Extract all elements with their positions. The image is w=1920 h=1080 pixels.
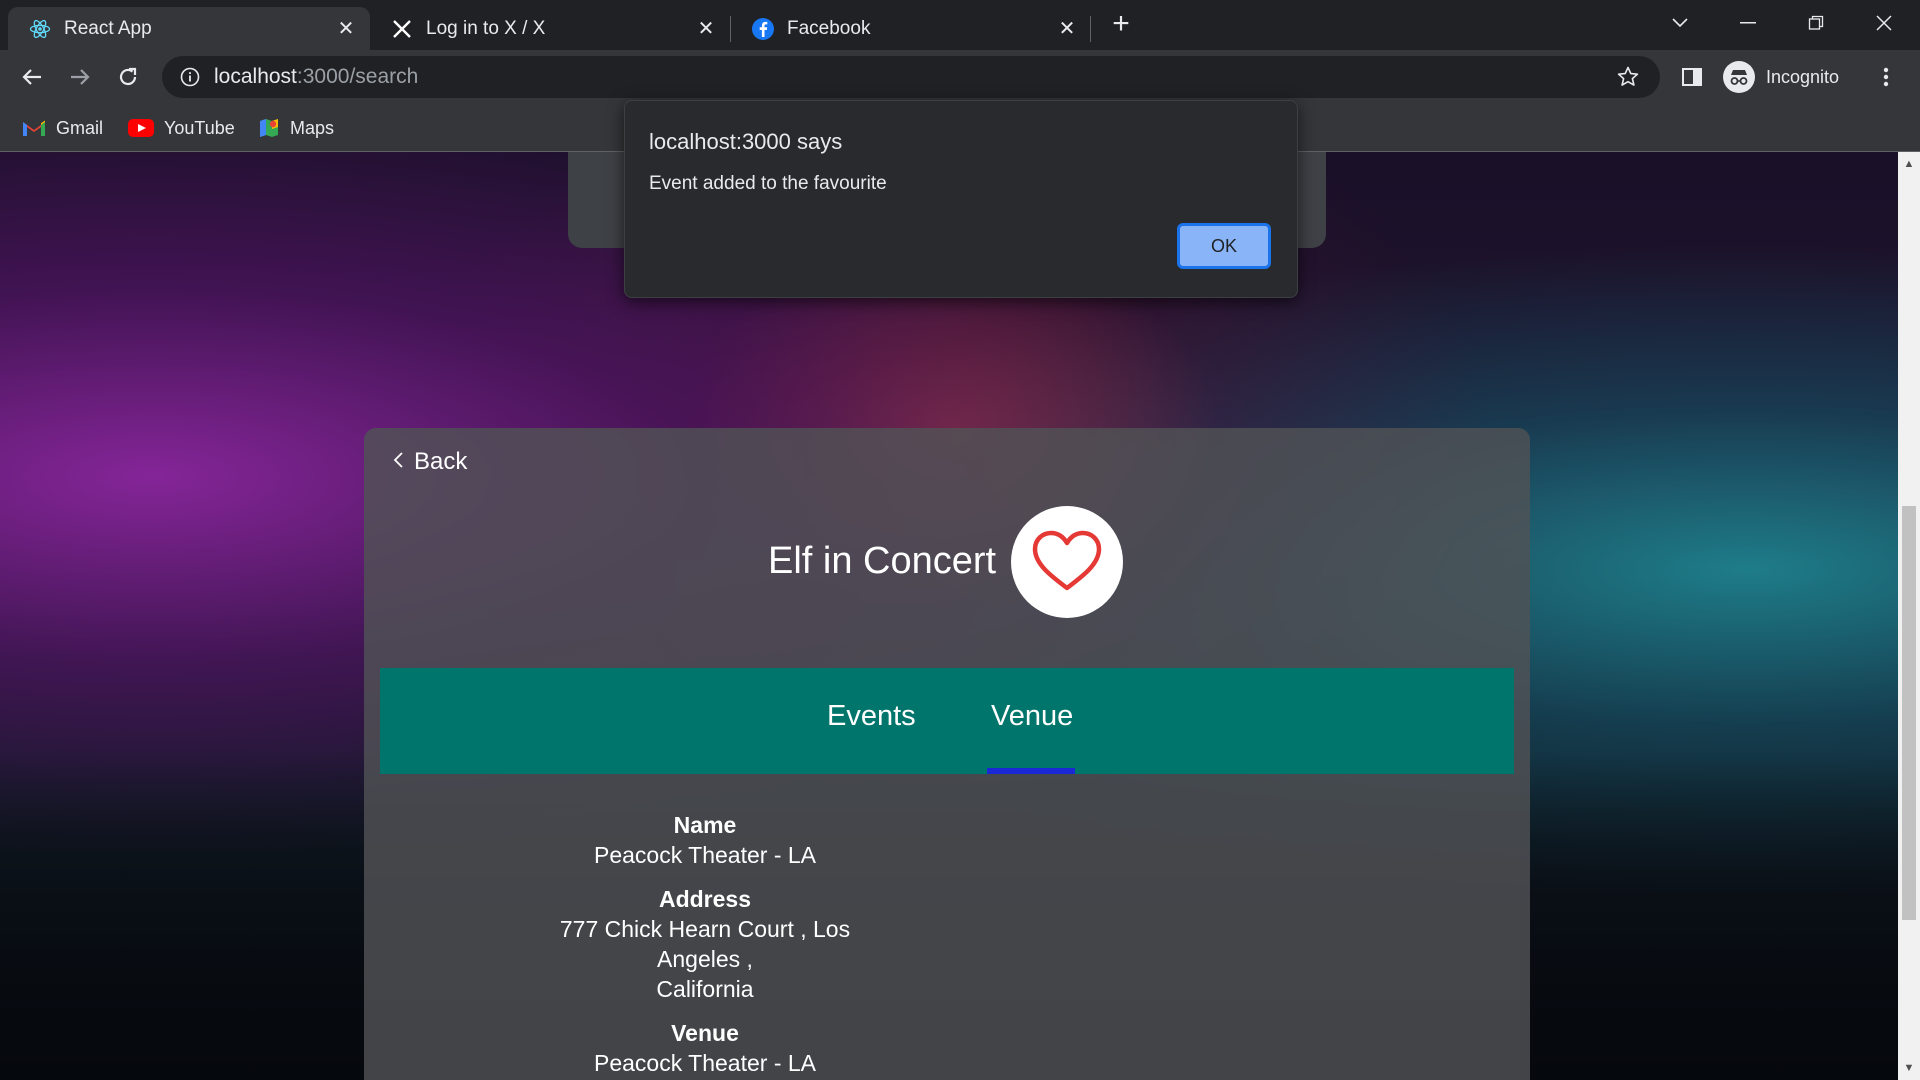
back-arrow-icon[interactable] — [16, 61, 48, 93]
bookmark-label: Gmail — [56, 117, 104, 138]
active-tab-indicator — [987, 768, 1075, 774]
chevron-left-icon — [392, 449, 404, 475]
reload-icon[interactable] — [112, 61, 144, 93]
venue-label: Venue — [671, 1020, 739, 1046]
scroll-up-arrow-icon[interactable]: ▲ — [1898, 154, 1920, 174]
url-host: localhost — [214, 65, 297, 88]
site-info-icon[interactable] — [180, 67, 200, 87]
back-button[interactable]: Back — [392, 448, 467, 476]
bookmark-youtube[interactable]: YouTube — [128, 114, 235, 142]
browser-toolbar: localhost:3000/search Incognito — [0, 50, 1920, 104]
scrollbar-thumb[interactable] — [1902, 506, 1916, 920]
maps-icon — [258, 117, 280, 139]
address-label: Address — [658, 886, 752, 912]
youtube-icon — [128, 119, 154, 137]
x-logo-icon — [390, 17, 414, 41]
browser-tab-strip: React App ✕ Log in to X / X ✕ Facebook ✕… — [0, 0, 1920, 50]
tab-events[interactable]: Events — [827, 700, 916, 733]
tab-search-icon[interactable] — [1660, 8, 1700, 38]
address-line-1: 777 Chick Hearn Court , Los Angeles , — [559, 916, 851, 972]
bookmark-gmail[interactable]: Gmail — [22, 114, 103, 142]
react-icon — [28, 17, 52, 41]
new-tab-button[interactable]: + — [1108, 9, 1134, 39]
bookmark-label: YouTube — [164, 117, 235, 138]
close-tab-icon[interactable]: ✕ — [694, 17, 718, 41]
url-path: :3000/search — [296, 65, 419, 88]
minimize-icon[interactable] — [1728, 8, 1768, 38]
alert-dialog: localhost:3000 says Event added to the f… — [624, 100, 1298, 298]
address-line-2: California — [656, 976, 754, 1002]
address-bar[interactable]: localhost:3000/search — [162, 56, 1660, 98]
venue-value: Peacock Theater - LA — [593, 1050, 817, 1076]
bookmark-label: Maps — [290, 117, 335, 138]
more-menu-icon[interactable] — [1870, 61, 1902, 93]
venue-name-label: Name — [673, 812, 737, 838]
forward-arrow-icon[interactable] — [64, 61, 96, 93]
tab-title: React App — [64, 17, 152, 39]
close-tab-icon[interactable]: ✕ — [334, 17, 358, 41]
event-title: Elf in Concert — [768, 540, 997, 582]
venue-name-value: Peacock Theater - LA — [593, 842, 817, 868]
bookmark-maps[interactable]: Maps — [258, 114, 334, 142]
tab-venue[interactable]: Venue — [991, 700, 1073, 733]
incognito-profile-button[interactable]: Incognito — [1722, 56, 1839, 98]
heart-icon — [1031, 530, 1103, 594]
dialog-title: localhost:3000 says — [649, 129, 843, 154]
incognito-icon — [1722, 60, 1756, 94]
incognito-label: Incognito — [1766, 66, 1840, 87]
favourite-button[interactable] — [1011, 506, 1123, 618]
close-tab-icon[interactable]: ✕ — [1055, 17, 1079, 41]
tab-title: Facebook — [787, 17, 871, 39]
restore-icon[interactable] — [1796, 8, 1836, 38]
ok-button[interactable]: OK — [1177, 223, 1271, 269]
event-detail-card: Back Elf in Concert Events Venue Name Pe… — [364, 428, 1530, 1080]
tab-x-login[interactable]: Log in to X / X ✕ — [370, 7, 730, 50]
page-scrollbar[interactable]: ▲ ▼ — [1898, 152, 1920, 1080]
close-window-icon[interactable] — [1864, 8, 1904, 38]
scroll-down-arrow-icon[interactable]: ▼ — [1898, 1058, 1920, 1078]
bookmark-star-icon[interactable] — [1616, 65, 1640, 89]
address-value: 777 Chick Hearn Court , Los Angeles , Ca… — [530, 914, 880, 1004]
dialog-message: Event added to the favourite — [649, 173, 887, 194]
tab-title: Log in to X / X — [426, 17, 546, 39]
side-panel-icon[interactable] — [1676, 61, 1708, 93]
facebook-icon — [751, 17, 775, 41]
tab-divider — [1090, 16, 1091, 42]
back-label: Back — [414, 448, 468, 475]
venue-details: Name Peacock Theater - LA Address 777 Ch… — [530, 810, 880, 1080]
detail-tabs: Events Venue — [380, 668, 1514, 774]
tab-react-app[interactable]: React App ✕ — [8, 7, 370, 50]
tab-facebook[interactable]: Facebook ✕ — [731, 7, 1091, 50]
gmail-icon — [22, 119, 46, 137]
